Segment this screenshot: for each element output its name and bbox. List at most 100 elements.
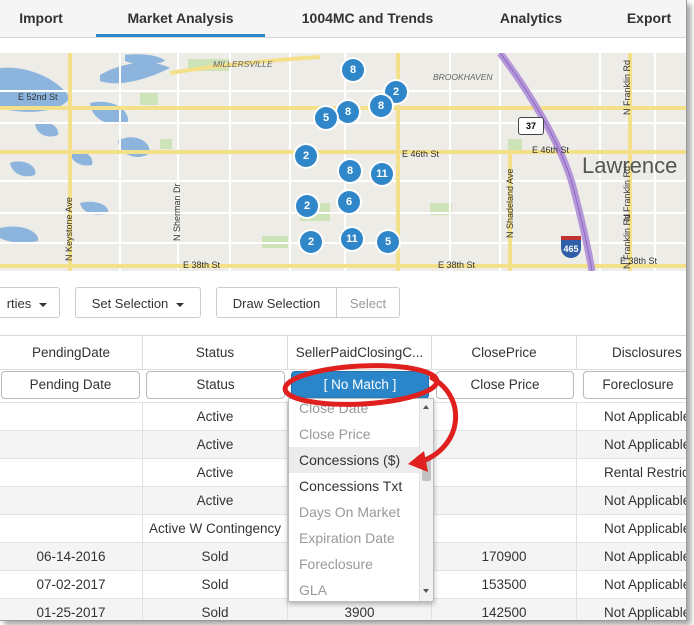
table-cell: Not Applicable [577,515,686,542]
table-cell: 01-25-2017 [0,599,143,620]
table-cell [432,487,577,514]
properties-label: rties [6,296,32,311]
tab-1004mc-and-trends[interactable]: 1004MC and Trends [285,0,450,37]
map-label-e46b: E 46th St [532,145,570,155]
map-view[interactable]: MILLERSVILLE BROOKHAVEN E 52nd St E 46th… [0,53,686,271]
draw-selection-button[interactable]: Draw Selection [216,287,337,318]
route-37-shield: 37 [518,117,544,135]
table-cell: 07-02-2017 [0,571,143,598]
table-cell [432,431,577,458]
map-label-e38a: E 38th St [183,260,221,270]
tab-market-analysis[interactable]: Market Analysis [96,0,265,37]
set-selection-label: Set Selection [91,296,169,311]
table-cell [0,459,143,486]
map-label-franklin3: N Franklin Rd [622,213,632,269]
filter-seller-paid-closing[interactable]: [ No Match ] [291,371,429,399]
column-header[interactable]: ClosePrice [432,336,577,369]
map-cluster-marker[interactable]: 8 [337,101,359,123]
filter-disclosures[interactable]: Foreclosure [583,371,686,399]
chevron-down-icon [176,302,185,307]
map-cluster-marker[interactable]: 8 [342,59,364,81]
tab-analytics[interactable]: Analytics [480,0,582,37]
dropdown-scrollbar[interactable] [419,399,433,601]
dropdown-option[interactable]: Days On Market [289,499,419,525]
map-label-keystone: N Keystone Ave [64,197,74,261]
map-label-brookhaven: BROOKHAVEN [433,72,493,82]
table-cell: Active [143,403,288,430]
column-header[interactable]: PendingDate [0,336,143,369]
table-cell: Not Applicable [577,543,686,570]
dropdown-option[interactable]: Foreclosure [289,551,419,577]
dropdown-option[interactable]: Expiration Date [289,525,419,551]
interstate-465-shield: 465 [561,236,581,258]
dropdown-option[interactable]: Concessions Txt [289,473,419,499]
table-cell: Active [143,431,288,458]
table-cell: 3900 [288,599,432,620]
map-label-shadeland: N Shadeland Ave [505,168,515,238]
table-cell: Sold [143,599,288,620]
column-header[interactable]: Status [143,336,288,369]
table-cell [432,515,577,542]
map-cluster-marker[interactable]: 2 [296,195,318,217]
table-cell: 06-14-2016 [0,543,143,570]
dropdown-option[interactable]: GLA [289,577,419,601]
app-window: Import Market Analysis 1004MC and Trends… [0,0,687,621]
select-button[interactable]: Select [336,287,400,318]
scroll-thumb[interactable] [422,457,431,481]
chevron-down-icon [39,302,48,307]
map-label-millersville: MILLERSVILLE [213,59,273,69]
dropdown-option[interactable]: Close Date [289,399,419,421]
table-cell: 142500 [432,599,577,620]
map-cluster-marker[interactable]: 5 [377,231,399,253]
map-label-franklin1: N Franklin Rd [622,59,632,115]
table-cell [432,403,577,430]
table-cell: Active [143,487,288,514]
filter-status[interactable]: Status [146,371,285,399]
map-cluster-marker[interactable]: 8 [370,95,392,117]
tab-export[interactable]: Export [612,0,686,37]
map-cluster-marker[interactable]: 6 [338,191,360,213]
table-cell [0,515,143,542]
map-cluster-marker[interactable]: 2 [300,231,322,253]
table-cell [0,487,143,514]
dropdown-option[interactable]: Concessions ($) [289,447,419,473]
table-cell: Not Applicable [577,599,686,620]
column-header[interactable]: SellerPaidClosingC... [288,336,432,369]
table-cell: 170900 [432,543,577,570]
scroll-down-icon[interactable] [423,589,429,593]
dropdown-option[interactable]: Close Price [289,421,419,447]
table-cell: Not Applicable [577,403,686,430]
table-cell: Rental Restrictions [577,459,686,486]
table-cell: Active [143,459,288,486]
tab-import[interactable]: Import [0,0,82,37]
filter-close-price[interactable]: Close Price [436,371,574,399]
map-cluster-marker[interactable]: 11 [341,228,363,250]
table-cell [0,403,143,430]
table-cell: Not Applicable [577,487,686,514]
table-cell: Not Applicable [577,431,686,458]
map-label-sherman: N Sherman Dr [172,183,182,241]
table-cell: Sold [143,543,288,570]
map-label-e52: E 52nd St [18,92,58,102]
header-divider [0,369,686,370]
scroll-up-icon[interactable] [423,405,429,409]
map-label-e38b: E 38th St [438,260,476,270]
top-nav: Import Market Analysis 1004MC and Trends… [0,0,686,38]
table-cell: Active W Contingency [143,515,288,542]
table-cell [0,431,143,458]
properties-dropdown[interactable]: rties [0,287,60,318]
map-cluster-marker[interactable]: 2 [295,145,317,167]
map-label-e46a: E 46th St [402,149,440,159]
map-cluster-marker[interactable]: 8 [339,160,361,182]
table-cell: Sold [143,571,288,598]
map-cluster-marker[interactable]: 11 [371,163,393,185]
column-header[interactable]: Disclosures [577,336,686,369]
set-selection-dropdown[interactable]: Set Selection [75,287,201,318]
field-select-dropdown[interactable]: Close Date Close Price Concessions ($) C… [288,398,434,602]
table-cell [432,459,577,486]
map-cluster-marker[interactable]: 5 [315,107,337,129]
table-cell: Not Applicable [577,571,686,598]
filter-pending-date[interactable]: Pending Date [1,371,140,399]
map-label-lawrence: Lawrence [582,153,678,178]
table-cell: 153500 [432,571,577,598]
